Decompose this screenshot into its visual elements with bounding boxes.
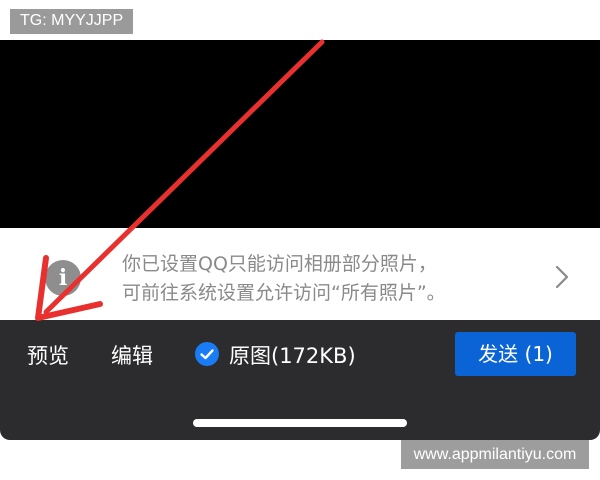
chevron-right-icon[interactable] [552, 262, 572, 292]
original-image-checkbox[interactable] [195, 342, 219, 366]
send-button[interactable]: 发送 (1) [455, 332, 576, 376]
photo-preview-area [0, 40, 600, 228]
notice-text: 你已设置QQ只能访问相册部分照片， 可前往系统设置允许访问“所有照片”。 [122, 250, 542, 308]
home-indicator [193, 419, 407, 427]
notice-line-1: 你已设置QQ只能访问相册部分照片， [122, 253, 437, 275]
watermark-bottom: www.appmilantiyu.com [401, 440, 589, 469]
notice-line-2: 可前往系统设置允许访问“所有照片”。 [122, 282, 446, 304]
photo-picker-screen: i 你已设置QQ只能访问相册部分照片， 可前往系统设置允许访问“所有照片”。 预… [0, 40, 600, 440]
original-image-label[interactable]: 原图(172KB) [229, 341, 356, 371]
edit-button[interactable]: 编辑 [111, 341, 153, 371]
preview-button[interactable]: 预览 [27, 341, 69, 371]
watermark-top: TG: MYYJJPP [10, 9, 134, 34]
checkmark-icon [200, 349, 214, 360]
info-icon: i [45, 260, 81, 296]
